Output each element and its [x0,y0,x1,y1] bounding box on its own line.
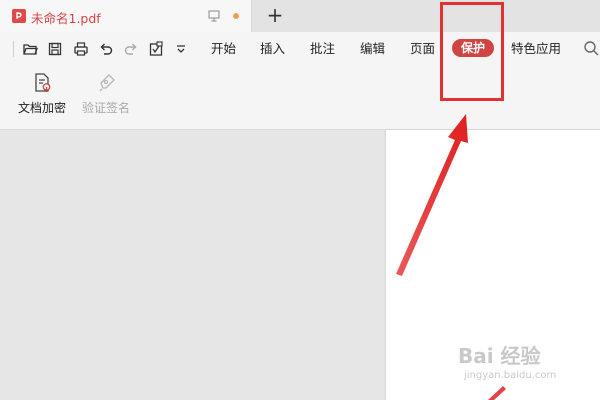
tab-comment[interactable]: 批注 [310,41,335,57]
document-encrypt-label: 文档加密 [18,101,67,115]
pdf-file-icon [12,9,26,23]
print-icon[interactable] [73,41,89,57]
pen-nib-icon [95,72,117,94]
tab-edit[interactable]: 编辑 [360,41,385,57]
redo-icon[interactable] [123,41,139,57]
watermark-url: jingyan.baidu.com [464,370,557,381]
tab-page[interactable]: 页面 [410,41,435,57]
open-folder-icon[interactable] [22,41,38,57]
export-icon[interactable] [148,41,164,57]
tab-bar: 未命名1.pdf + [0,0,600,32]
baidu-watermark: Bai 经验 jingyan.baidu.com [458,340,588,390]
unsaved-indicator [233,13,239,19]
watermark-brand: Bai 经验 [458,344,541,368]
save-icon[interactable] [47,41,63,57]
new-tab-button[interactable]: + [265,3,285,27]
monitor-icon[interactable] [208,10,220,22]
tab-title: 未命名1.pdf [31,11,101,26]
tab-features[interactable]: 特色应用 [511,41,561,57]
document-lock-icon [31,72,53,94]
undo-icon[interactable] [98,41,114,57]
document-tab[interactable]: 未命名1.pdf [0,0,252,32]
tab-insert[interactable]: 插入 [260,41,285,57]
dropdown-chevron-icon[interactable] [175,43,191,59]
search-icon[interactable] [583,40,599,56]
workspace-background [0,130,386,400]
toolbar-separator [13,41,14,57]
document-encrypt-button[interactable]: 文档加密 [18,72,66,116]
annotation-highlight-box [440,2,504,101]
verify-signature-label: 验证签名 [82,101,131,115]
toolbar: 开始 插入 批注 编辑 页面 保护 特色应用 文档加密 验证签名 [0,32,600,130]
verify-signature-button: 验证签名 [82,72,130,116]
tab-home[interactable]: 开始 [211,41,236,57]
